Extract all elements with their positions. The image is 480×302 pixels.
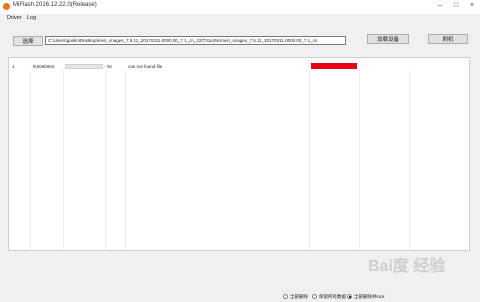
radio-save-user-data-label[interactable]: 保留所有数据 <box>319 293 346 301</box>
device-list[interactable]: 1 fe20eb0e2 0s can not found file <box>8 57 470 251</box>
title-bar: MiFlash 2016.12.22.0(Release) – □ × <box>0 0 480 14</box>
minimize-icon[interactable]: – <box>432 0 448 12</box>
result-indicator <box>311 63 357 69</box>
close-icon[interactable]: × <box>464 0 480 12</box>
radio-clean-all-and-lock-label[interactable]: 全部删除并lock <box>354 293 385 301</box>
menu-bar: Driver Log <box>0 14 480 23</box>
column-divider <box>105 70 106 250</box>
table-row[interactable]: 1 fe20eb0e2 0s can not found file <box>9 63 469 70</box>
column-divider <box>359 70 360 250</box>
radio-save-user-data[interactable] <box>312 294 317 299</box>
menu-log[interactable]: Log <box>27 15 36 21</box>
column-divider <box>125 70 126 250</box>
column-divider <box>309 70 310 250</box>
menu-driver[interactable]: Driver <box>7 15 22 21</box>
load-device-button[interactable]: 加载设备 <box>367 34 409 44</box>
column-divider <box>30 70 31 250</box>
miflash-app-icon <box>3 3 10 10</box>
flash-progress-bar <box>65 64 103 69</box>
radio-clean-all[interactable] <box>283 294 288 299</box>
device-index: 1 <box>12 64 15 69</box>
radio-clean-all-label[interactable]: 全部删除 <box>290 293 308 301</box>
column-divider <box>63 70 64 250</box>
flash-mode-options: 全部删除 保留所有数据 全部删除并lock <box>283 293 478 301</box>
rom-path-input[interactable]: C:\Users\ganlin\Desktop\meri_images_7.5.… <box>45 36 346 45</box>
device-status: can not found file <box>128 64 163 69</box>
select-button[interactable]: 选择 <box>13 36 43 46</box>
column-divider <box>409 70 410 250</box>
window-title: MiFlash 2016.12.22.0(Release) <box>13 2 97 8</box>
device-serial: fe20eb0e2 <box>33 64 55 69</box>
radio-clean-all-and-lock[interactable] <box>347 294 352 299</box>
device-elapsed: 0s <box>107 64 112 69</box>
maximize-icon[interactable]: □ <box>448 0 464 12</box>
flash-button[interactable]: 刷机 <box>428 34 468 44</box>
baidu-watermark: Bai度 经验 <box>368 258 446 275</box>
